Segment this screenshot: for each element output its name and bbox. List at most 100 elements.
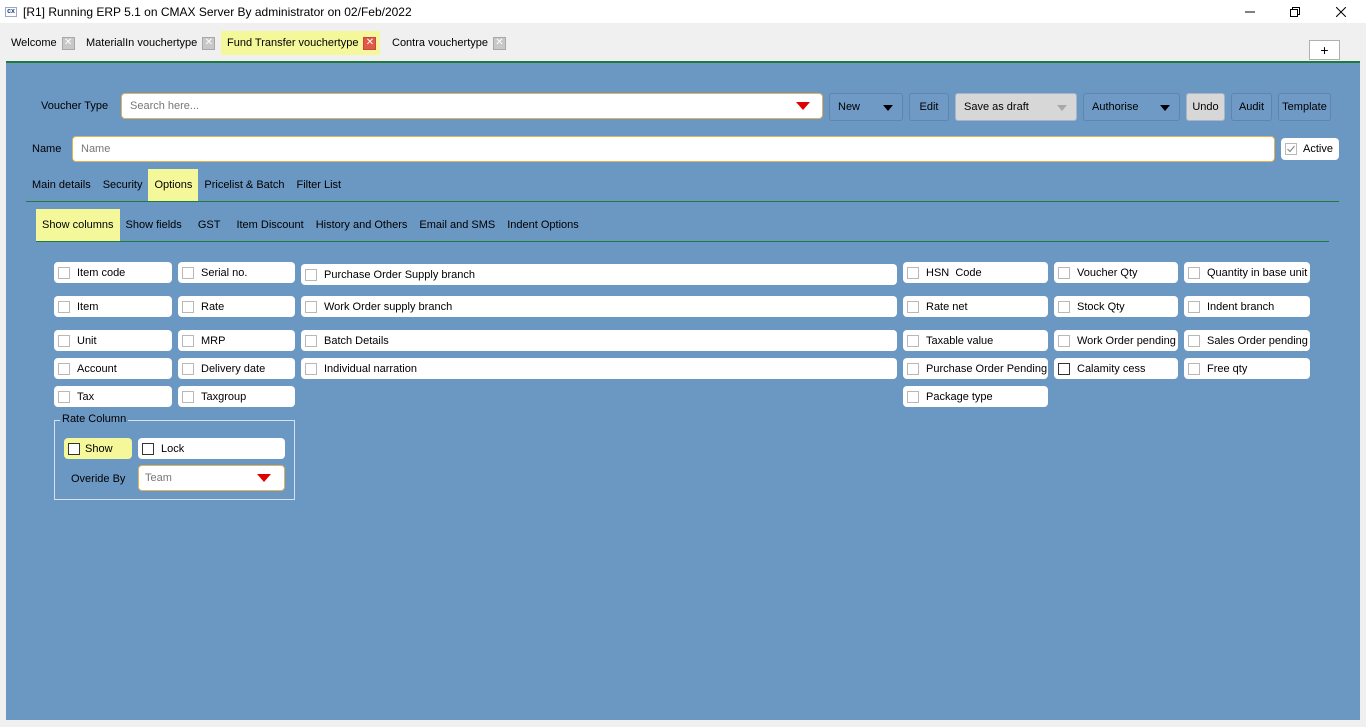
checkbox[interactable]: [1058, 362, 1070, 375]
checkbox[interactable]: [907, 266, 919, 279]
audit-button[interactable]: Audit: [1231, 93, 1272, 121]
tab-gst[interactable]: GST: [188, 209, 231, 241]
dropdown-arrow-icon[interactable]: [796, 102, 810, 110]
name-field[interactable]: [72, 136, 1275, 162]
checkbox[interactable]: [907, 300, 919, 313]
minimize-button[interactable]: [1227, 0, 1273, 23]
column-option-individual-narration[interactable]: Individual narration: [301, 358, 897, 379]
column-option-voucher-qty[interactable]: Voucher Qty: [1054, 262, 1178, 283]
checkbox[interactable]: [1188, 362, 1200, 375]
active-check-icon[interactable]: [1285, 143, 1297, 155]
voucher-type-search[interactable]: [121, 93, 823, 119]
checkbox[interactable]: [182, 334, 194, 347]
checkbox[interactable]: [305, 362, 317, 375]
active-checkbox[interactable]: Active: [1281, 138, 1339, 160]
checkbox[interactable]: [1188, 300, 1200, 313]
tab-show-columns[interactable]: Show columns: [36, 209, 120, 241]
column-option-hsn-code[interactable]: HSN Code: [903, 262, 1048, 283]
column-option-stock-qty[interactable]: Stock Qty: [1054, 296, 1178, 317]
checkbox[interactable]: [68, 442, 80, 455]
checkbox[interactable]: [1058, 334, 1070, 347]
template-button[interactable]: Template: [1278, 93, 1331, 121]
dropdown-arrow-icon[interactable]: [257, 474, 271, 482]
column-option-serial-no[interactable]: Serial no.: [178, 262, 295, 283]
tab-close-icon[interactable]: ✕: [363, 36, 377, 50]
column-option-mrp[interactable]: MRP: [178, 330, 295, 351]
tab-close-icon[interactable]: ✕: [61, 36, 75, 50]
column-option-unit[interactable]: Unit: [54, 330, 172, 351]
column-option-batch-details[interactable]: Batch Details: [301, 330, 897, 351]
checkbox[interactable]: [182, 266, 194, 279]
column-option-tax[interactable]: Tax: [54, 386, 172, 407]
column-option-quantity-in-base-unit[interactable]: Quantity in base unit: [1184, 262, 1310, 283]
column-option-taxgroup[interactable]: Taxgroup: [178, 386, 295, 407]
save-as-draft-button[interactable]: Save as draft: [955, 93, 1077, 121]
checkbox[interactable]: [182, 390, 194, 403]
column-option-rate-net[interactable]: Rate net: [903, 296, 1048, 317]
column-option-taxable-value[interactable]: Taxable value: [903, 330, 1048, 351]
column-option-purchase-order-pending[interactable]: Purchase Order Pending: [903, 358, 1048, 379]
tab-welcome[interactable]: Welcome ✕: [5, 33, 79, 53]
checkbox[interactable]: [182, 300, 194, 313]
column-option-work-order-pending[interactable]: Work Order pending: [1054, 330, 1178, 351]
column-option-delivery-date[interactable]: Delivery date: [178, 358, 295, 379]
tab-show-fields[interactable]: Show fields: [120, 209, 188, 241]
checkbox[interactable]: [907, 390, 919, 403]
new-dropdown-icon[interactable]: [883, 105, 893, 111]
tab-item-discount[interactable]: Item Discount: [230, 209, 309, 241]
authorise-dropdown-icon[interactable]: [1160, 105, 1170, 111]
override-by-dropdown[interactable]: Team: [138, 465, 285, 491]
authorise-button[interactable]: Authorise: [1083, 93, 1180, 121]
column-option-work-order-supply-branch[interactable]: Work Order supply branch: [301, 296, 897, 317]
tab-security[interactable]: Security: [97, 169, 149, 201]
close-button[interactable]: [1318, 0, 1364, 23]
tab-indent-options[interactable]: Indent Options: [501, 209, 585, 241]
checkbox[interactable]: [58, 300, 70, 313]
name-input[interactable]: [79, 142, 1274, 156]
checkbox[interactable]: [142, 442, 154, 455]
checkbox[interactable]: [58, 362, 70, 375]
checkbox[interactable]: [182, 362, 194, 375]
restore-button[interactable]: [1272, 0, 1318, 23]
checkbox[interactable]: [1188, 334, 1200, 347]
checkbox[interactable]: [1058, 300, 1070, 313]
rate-show-checkbox[interactable]: Show: [64, 438, 132, 459]
tab-main-details[interactable]: Main details: [26, 169, 97, 201]
column-option-item-code[interactable]: Item code: [54, 262, 172, 283]
tab-options[interactable]: Options: [148, 169, 199, 201]
tab-history-and-others[interactable]: History and Others: [310, 209, 414, 241]
tab-close-icon[interactable]: ✕: [493, 36, 506, 50]
tab-filter-list[interactable]: Filter List: [290, 169, 347, 201]
checkbox[interactable]: [1058, 266, 1070, 279]
checkbox[interactable]: [907, 362, 919, 375]
column-option-package-type[interactable]: Package type: [903, 386, 1048, 407]
save-draft-dropdown-icon[interactable]: [1057, 105, 1067, 111]
checkbox[interactable]: [907, 334, 919, 347]
checkbox[interactable]: [1188, 266, 1200, 279]
column-option-item[interactable]: Item: [54, 296, 172, 317]
add-tab-button[interactable]: +: [1309, 40, 1340, 60]
edit-button[interactable]: Edit: [909, 93, 949, 121]
new-button[interactable]: New: [829, 93, 903, 121]
undo-button[interactable]: Undo: [1186, 93, 1225, 121]
column-option-calamity-cess[interactable]: Calamity cess: [1054, 358, 1178, 379]
tab-fund-transfer-vouchertype[interactable]: Fund Transfer vouchertype ✕: [221, 31, 381, 55]
tab-pricelist-batch[interactable]: Pricelist & Batch: [198, 169, 290, 201]
column-option-sales-order-pending[interactable]: Sales Order pending: [1184, 330, 1310, 351]
column-option-account[interactable]: Account: [54, 358, 172, 379]
column-option-indent-branch[interactable]: Indent branch: [1184, 296, 1310, 317]
rate-lock-checkbox[interactable]: Lock: [138, 438, 285, 459]
voucher-type-input[interactable]: [128, 99, 822, 113]
tab-email-and-sms[interactable]: Email and SMS: [413, 209, 501, 241]
column-option-rate[interactable]: Rate: [178, 296, 295, 317]
tab-materialin-vouchertype[interactable]: MaterialIn vouchertype ✕: [80, 33, 219, 53]
column-option-free-qty[interactable]: Free qty: [1184, 358, 1310, 379]
checkbox[interactable]: [58, 334, 70, 347]
tab-close-icon[interactable]: ✕: [202, 36, 216, 50]
checkbox[interactable]: [58, 390, 70, 403]
tab-contra-vouchertype[interactable]: Contra vouchertype ✕: [386, 33, 510, 53]
checkbox[interactable]: [58, 266, 70, 279]
checkbox[interactable]: [305, 334, 317, 347]
checkbox[interactable]: [305, 300, 317, 313]
checkbox[interactable]: [305, 268, 317, 281]
